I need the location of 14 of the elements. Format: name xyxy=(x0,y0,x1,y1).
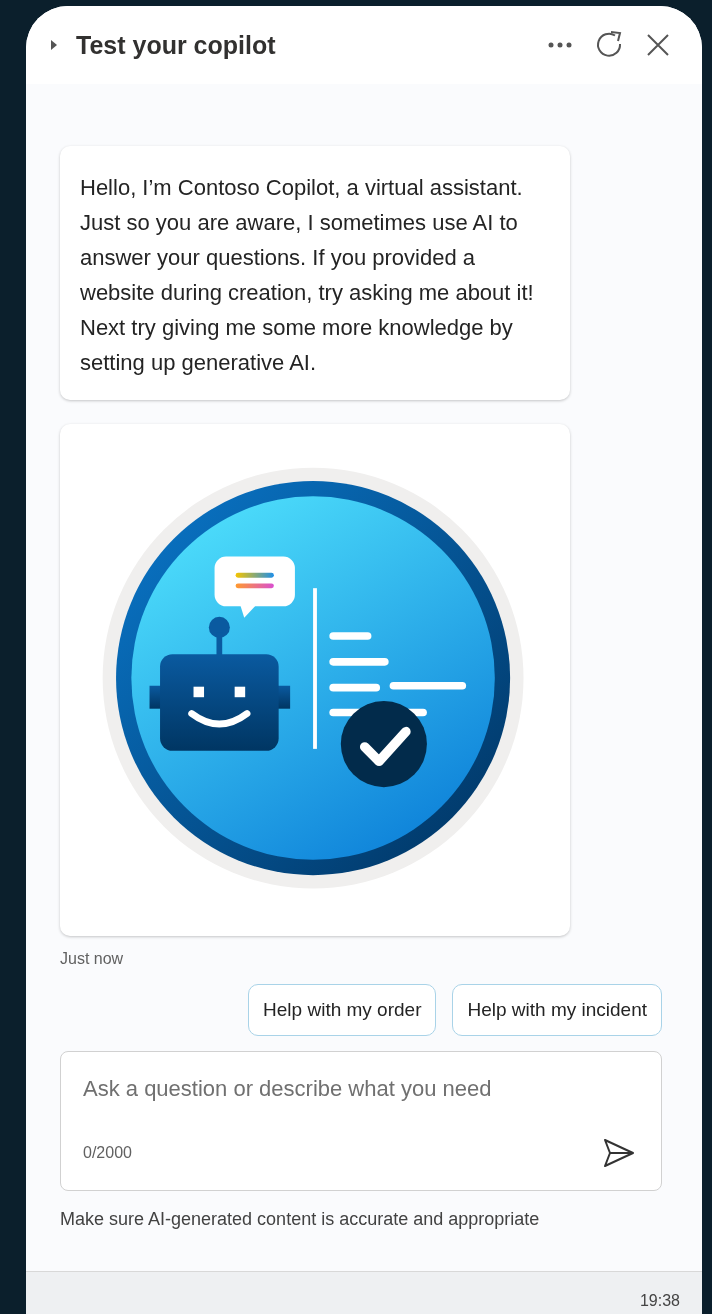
disclaimer-text: Make sure AI-generated content is accurate and appropriate xyxy=(60,1209,541,1230)
refresh-icon xyxy=(594,30,624,60)
message-timestamp: Just now xyxy=(60,950,125,968)
suggestion-chip[interactable]: Help with my incident xyxy=(452,984,662,1036)
message-input[interactable]: Ask a question or describe what you need xyxy=(83,1076,639,1102)
bot-message: Hello, I’m Contoso Copilot, a virtual assistant. Just so you are aware, I sometimes use AI to answer your questions. If you provided a website during creation, try asking me about it! Next try giving me some more knowledge by setting up generative AI. xyxy=(60,146,570,400)
more-icon xyxy=(548,42,572,48)
clock-time: 19:38 xyxy=(639,1292,680,1310)
character-counter: 0/2000 xyxy=(83,1144,132,1162)
suggestion-chip[interactable]: Help with my order xyxy=(248,984,437,1036)
send-icon xyxy=(603,1138,635,1168)
caret-icon xyxy=(50,39,58,51)
panel-title: Test your copilot xyxy=(76,30,277,60)
close-icon xyxy=(646,33,670,57)
